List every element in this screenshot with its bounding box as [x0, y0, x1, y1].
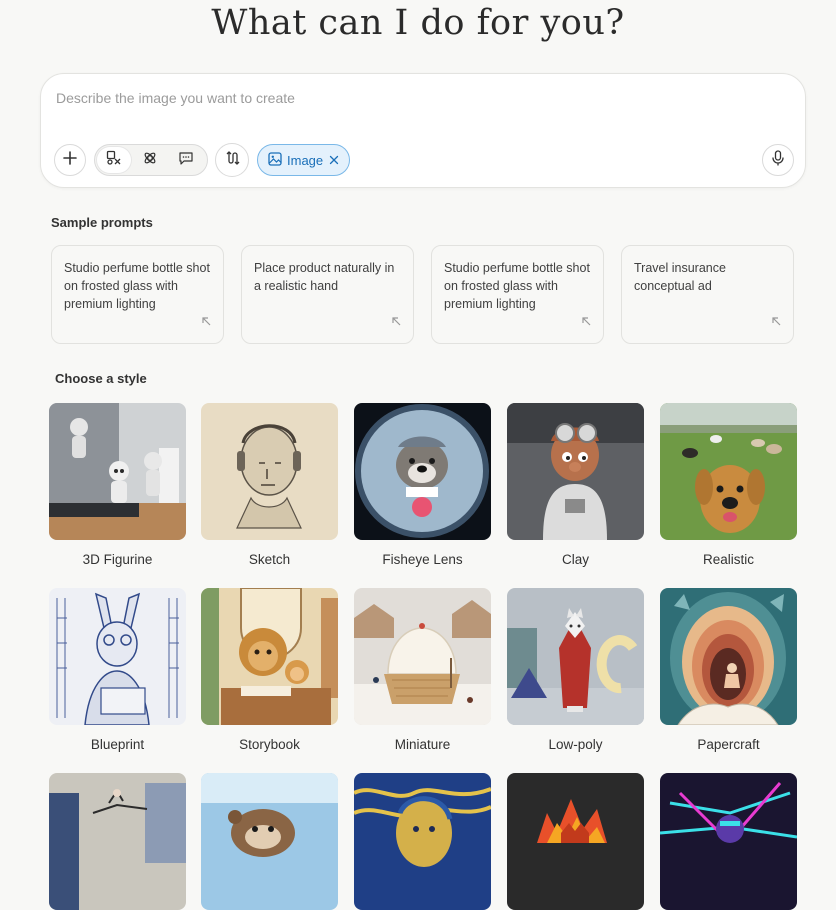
arrow-up-left-icon	[581, 313, 591, 331]
sample-prompt-text: Studio perfume bottle shot on frosted gl…	[64, 261, 210, 311]
style-thumbnail	[354, 403, 491, 540]
arrow-up-left-icon	[201, 313, 211, 331]
style-thumbnail	[354, 773, 491, 910]
add-button[interactable]	[54, 144, 86, 176]
style-label: Storybook	[239, 737, 300, 752]
arrow-up-left-icon	[391, 313, 401, 331]
style-thumbnail	[201, 773, 338, 910]
swap-icon	[224, 150, 240, 171]
sparkle-icon	[142, 150, 158, 171]
style-label: Papercraft	[697, 737, 760, 752]
style-thumbnail	[49, 403, 186, 540]
style-thumbnail	[660, 403, 797, 540]
close-icon[interactable]	[329, 153, 339, 168]
style-tile-low-poly[interactable]: Low-poly	[507, 588, 644, 752]
style-thumbnail	[507, 773, 644, 910]
style-label: Miniature	[394, 737, 451, 752]
style-tile-papercraft[interactable]: Papercraft	[660, 588, 797, 752]
style-tile-partial[interactable]	[49, 773, 186, 910]
style-tile-partial[interactable]	[660, 773, 797, 910]
swap-button[interactable]	[215, 143, 249, 177]
mode-selector	[94, 144, 208, 176]
mode-sparkle-button[interactable]	[133, 147, 167, 173]
style-thumbnail	[49, 773, 186, 910]
style-tile-storybook[interactable]: Storybook	[201, 588, 338, 752]
sample-prompt-text: Place product naturally in a realistic h…	[254, 261, 395, 293]
image-mode-icon	[106, 150, 122, 171]
style-tile-partial[interactable]	[354, 773, 491, 910]
style-tile-partial[interactable]	[201, 773, 338, 910]
prompt-composer: Describe the image you want to create Im…	[40, 73, 806, 188]
style-tile-realistic[interactable]: Realistic	[660, 403, 797, 567]
prompt-input[interactable]: Describe the image you want to create	[56, 90, 295, 106]
mode-image-button[interactable]	[97, 147, 131, 173]
mode-chat-button[interactable]	[169, 147, 203, 173]
sample-prompts-label: Sample prompts	[51, 215, 153, 230]
style-tile-sketch[interactable]: Sketch	[201, 403, 338, 567]
style-thumbnail	[49, 588, 186, 725]
arrow-up-left-icon	[771, 313, 781, 331]
style-thumbnail	[201, 403, 338, 540]
style-label: 3D Figurine	[82, 552, 153, 567]
image-chip[interactable]: Image	[257, 144, 351, 176]
sample-prompt-card[interactable]: Studio perfume bottle shot on frosted gl…	[51, 245, 224, 344]
style-thumbnail	[507, 588, 644, 725]
style-thumbnail	[354, 588, 491, 725]
image-icon	[268, 151, 282, 169]
style-label: Blueprint	[90, 737, 145, 752]
style-label: Low-poly	[548, 737, 603, 752]
style-tile-clay[interactable]: Clay	[507, 403, 644, 567]
plus-icon	[63, 150, 77, 170]
sample-prompt-card[interactable]: Studio perfume bottle shot on frosted gl…	[431, 245, 604, 344]
style-tile-3d-figurine[interactable]: 3D Figurine	[49, 403, 186, 567]
sample-prompt-text: Studio perfume bottle shot on frosted gl…	[444, 261, 590, 311]
page-title: What can I do for you?	[211, 3, 625, 43]
style-tile-blueprint[interactable]: Blueprint	[49, 588, 186, 752]
style-thumbnail	[201, 588, 338, 725]
style-thumbnail	[660, 773, 797, 910]
style-label: Sketch	[248, 552, 291, 567]
choose-style-label: Choose a style	[55, 371, 147, 386]
style-label: Realistic	[702, 552, 754, 567]
style-label: Fisheye Lens	[382, 552, 463, 567]
voice-input-button[interactable]	[762, 144, 794, 176]
style-thumbnail	[507, 403, 644, 540]
style-label: Clay	[561, 552, 589, 567]
style-thumbnail	[660, 588, 797, 725]
style-tile-fisheye-lens[interactable]: Fisheye Lens	[354, 403, 491, 567]
sample-prompt-card[interactable]: Travel insurance conceptual ad	[621, 245, 794, 344]
image-chip-label: Image	[287, 152, 324, 168]
sample-prompt-card[interactable]: Place product naturally in a realistic h…	[241, 245, 414, 344]
microphone-icon	[771, 149, 785, 171]
chat-icon	[178, 150, 194, 171]
style-tile-miniature[interactable]: Miniature	[354, 588, 491, 752]
style-tile-partial[interactable]	[507, 773, 644, 910]
sample-prompt-text: Travel insurance conceptual ad	[634, 261, 726, 293]
